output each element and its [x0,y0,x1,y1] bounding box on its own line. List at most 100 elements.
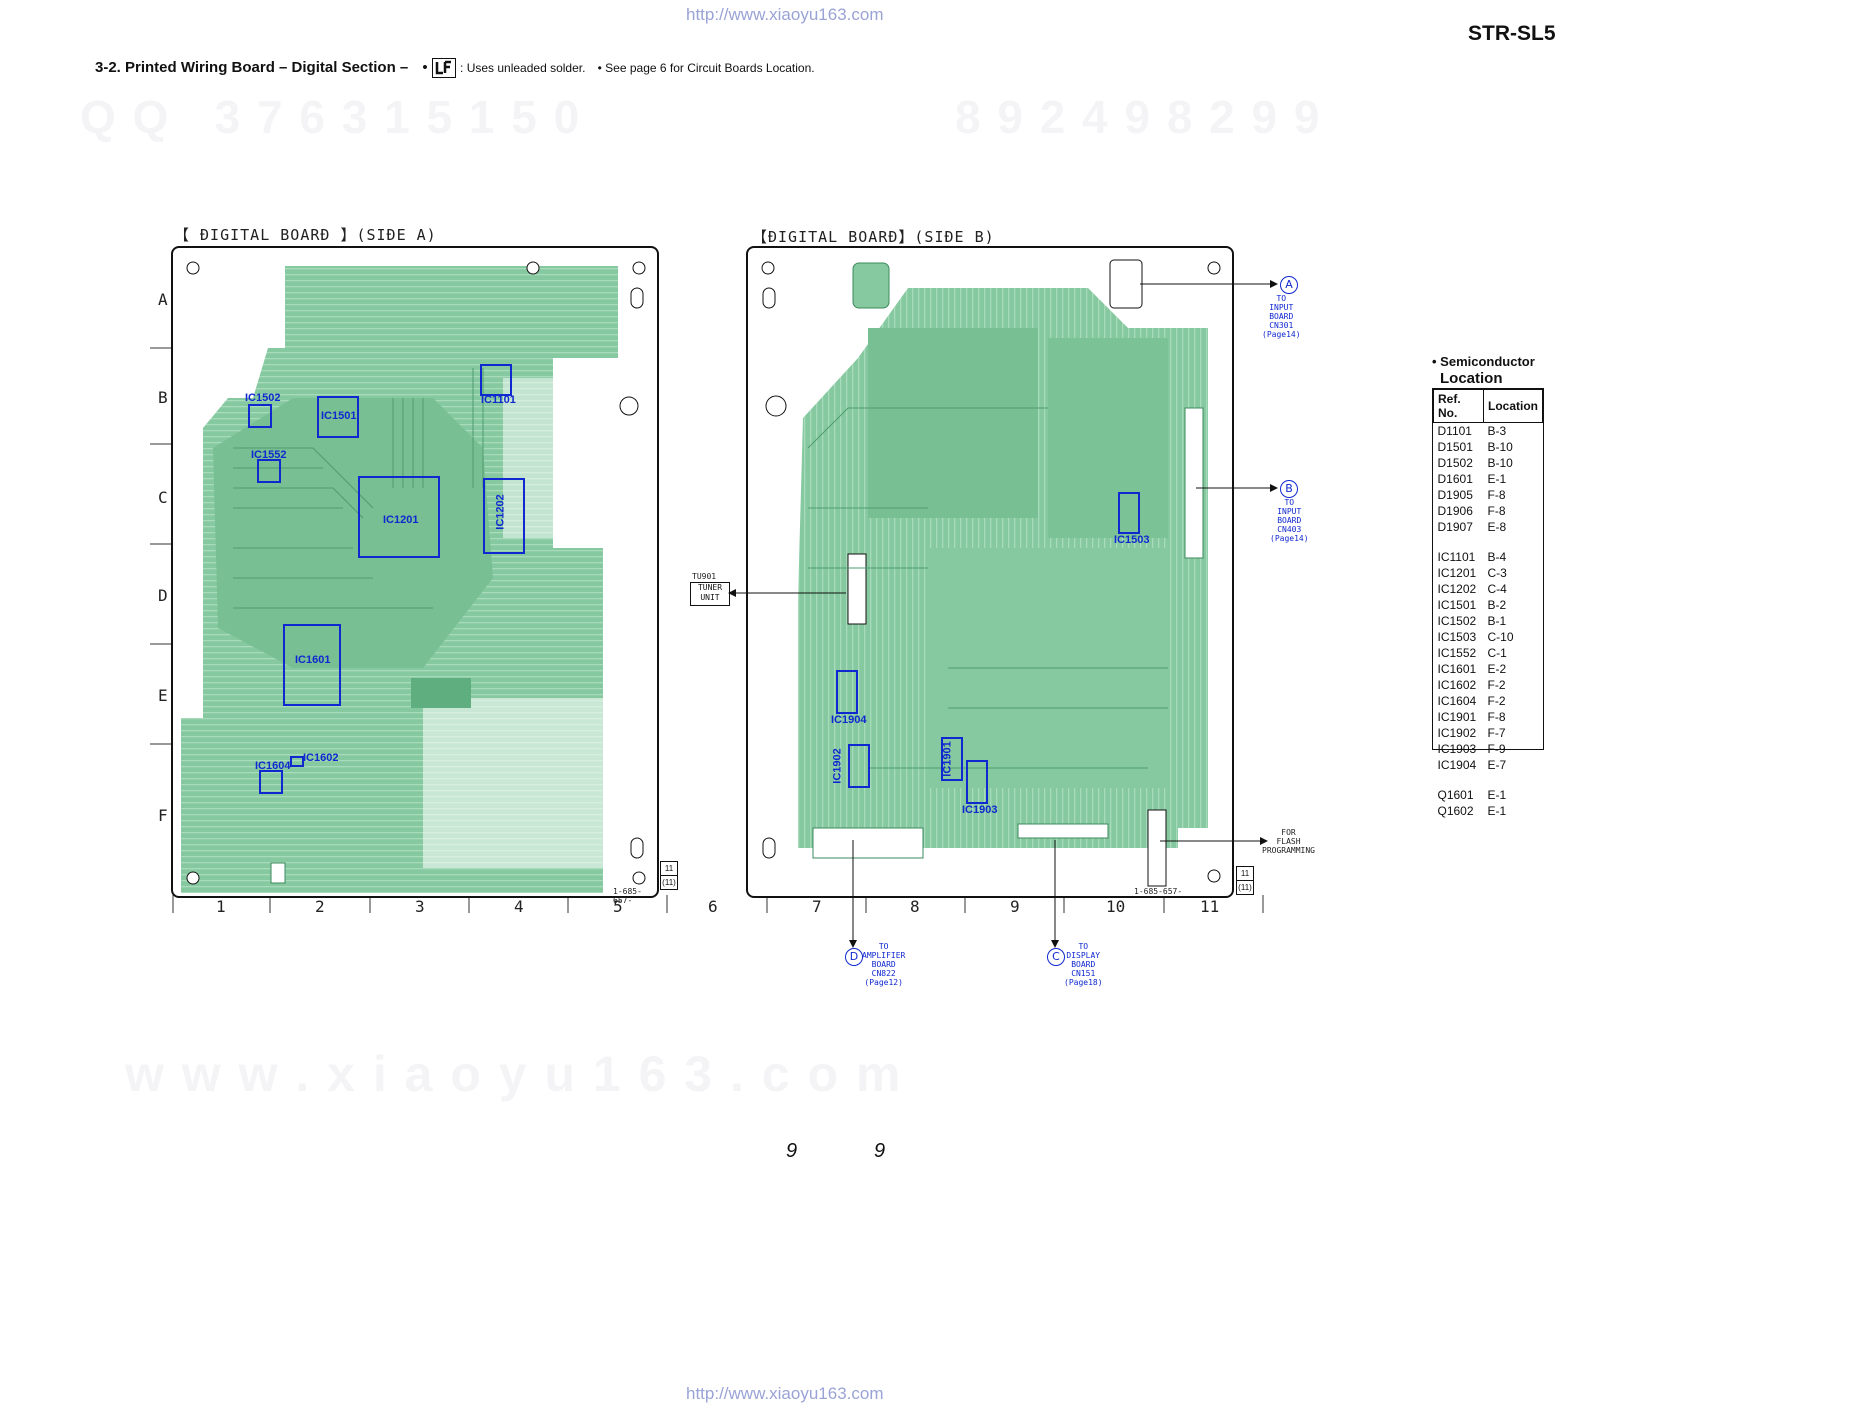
table-spacer [1434,773,1543,787]
connector-d-note: TO AMPLIFIER BOARD CN822 (Page12) [862,942,906,987]
table-row: IC1501 B-2 [1434,597,1543,613]
ic1601-label: IC1601 [295,654,331,666]
side-tag-label: 11 [664,864,674,873]
tuner-unit-box: TUNER UNIT [690,582,730,606]
location-cell: B-10 [1487,456,1513,470]
ref-no-cell: IC1604 [1437,694,1477,708]
table-row: IC1604 F-2 [1434,693,1543,709]
ref-no-cell: IC1202 [1437,582,1477,596]
table-row: IC1552 C-1 [1434,645,1543,661]
ref-no-cell: D1906 [1437,504,1473,518]
col-label: 7 [812,897,822,916]
location-cell: B-4 [1487,550,1507,564]
location-cell: C-4 [1487,582,1507,596]
ic1503-label: IC1503 [1114,534,1150,546]
table-row: D1501 B-10 [1434,439,1543,455]
table-header-location: Location [1483,389,1543,423]
location-cell: F-2 [1487,678,1506,692]
table-row: IC1201 C-3 [1434,565,1543,581]
table-row: IC1903 F-9 [1434,741,1543,757]
table-row: IC1602 F-2 [1434,677,1543,693]
ref-no-cell: Q1602 [1437,804,1474,818]
ref-no-cell: D1101 [1437,424,1472,438]
watermark-number: 8 9 2 4 9 8 2 9 9 [955,91,1322,143]
ref-no-cell: D1905 [1437,488,1473,502]
connector-b-note: TO INPUT BOARD CN403 (Page14) [1270,498,1309,543]
board-b-label: 【ÐIGITAL BOARÐ】(SIÐE B) [752,228,995,246]
lead-free-note: : Uses unleaded solder. [460,60,586,75]
pcb-artwork-side-b [761,259,1221,887]
side-tag-sub: (11) [1237,880,1253,894]
watermark-website: w w w . x i a o y u 1 6 3 . c o m [125,1046,903,1102]
col-label: 1 [216,897,226,916]
pcb-artwork-side-a [181,261,646,893]
connector-b-marker: B [1280,480,1298,498]
ref-no-cell: D1502 [1437,456,1473,470]
location-cell: B-10 [1487,440,1513,454]
ic1903-label: IC1903 [962,804,998,816]
ref-no-cell: IC1501 [1437,598,1477,612]
ref-no-cell: D1907 [1437,520,1473,534]
ic1501-label: IC1501 [321,410,357,422]
semiconductor-table: Ref. No. Location D1101 B-3 D1501 B-10 D1502… [1432,388,1544,818]
location-cell: E-1 [1487,472,1507,486]
ic1502-label: IC1502 [245,392,281,404]
location-cell: F-2 [1487,694,1506,708]
bottom-url[interactable]: http://www.xiaoyu163.com [686,1384,883,1404]
table-row: Q1602 E-1 [1434,803,1543,819]
location-cell: C-1 [1487,646,1507,660]
ic1904-label: IC1904 [831,714,867,726]
ic1502-box [248,404,272,428]
location-cell: B-3 [1487,424,1507,438]
col-label: 10 [1106,897,1126,916]
col-label: 9 [1010,897,1020,916]
row-label-a: A [158,290,168,309]
board-b-side-tag: 11 (11) [1236,866,1254,895]
ic1201-label: IC1201 [383,514,419,526]
ic1901-label: IC1901 [941,741,954,777]
tuner-arrow [728,589,846,597]
col-label: 2 [315,897,325,916]
board-a-label: 【 ÐIGITAL BOARÐ 】(SIÐE A) [174,226,437,244]
table-row: D1101 B-3 [1434,423,1543,440]
ic1604-label: IC1604 [255,760,291,772]
top-url[interactable]: http://www.xiaoyu163.com [686,5,883,25]
connector-c-marker: C [1047,948,1065,966]
digital-board-side-b: IC1503 IC1904 IC1902 IC1901 IC1903 1-685… [746,246,1234,898]
column-ruler [172,895,1264,913]
ref-no-cell: IC1602 [1437,678,1477,692]
ic1902-box [848,744,870,788]
ref-no-cell: D1501 [1437,440,1473,454]
flash-arrow [1160,837,1268,845]
ic1552-label: IC1552 [251,449,287,461]
location-cell: F-8 [1487,504,1506,518]
ref-no-cell: Q1601 [1437,788,1474,802]
location-cell: F-7 [1487,726,1506,740]
digital-board-side-a: IC1502 IC1501 IC1101 IC1552 IC1201 IC120… [171,246,659,905]
page-number-right: 9 [874,1140,886,1162]
connector-d-marker: D [845,948,863,966]
col-label: 8 [910,897,920,916]
connector-a-note: TO INPUT BOARD CN301 (Page14) [1262,294,1301,339]
tuner-ref: TU901 [692,572,717,581]
connector-c-note: TO DISPLAY BOARD CN151 (Page18) [1064,942,1103,987]
bullet: • [422,58,428,76]
board-a-part-number: 1-685-657- [613,887,642,905]
ref-no-cell: IC1502 [1437,614,1477,628]
ref-no-cell: IC1601 [1437,662,1477,676]
location-cell: E-1 [1487,804,1507,818]
connector-a-arrow [1140,280,1278,288]
see-page-note: • See page 6 for Circuit Boards Location… [597,60,815,75]
watermark-qq: Q Q 3 7 6 3 1 5 1 5 0 [80,91,582,143]
table-row: D1907 E-8 [1434,519,1543,535]
table-row: D1502 B-10 [1434,455,1543,471]
board-b-part-number: 1-685-657- [1134,887,1183,896]
col-label: 11 [1200,897,1220,916]
ic1552-box [257,459,281,483]
semiconductor-subtitle: Location [1440,370,1503,387]
table-row: IC1202 C-4 [1434,581,1543,597]
table-row: D1906 F-8 [1434,503,1543,519]
col-label: 6 [708,897,718,916]
ref-no-cell: IC1904 [1437,758,1477,772]
location-cell: E-2 [1487,662,1507,676]
